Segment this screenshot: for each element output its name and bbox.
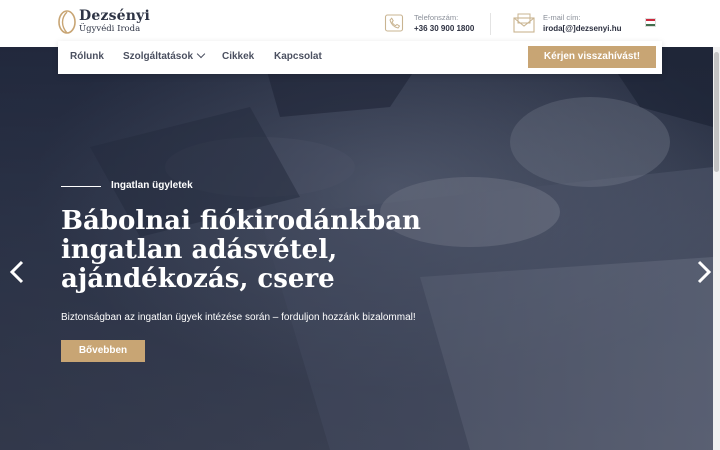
leaf-logo-icon: [58, 10, 76, 34]
callback-request-button[interactable]: Kérjen visszahívást!: [528, 46, 656, 68]
phone-label: Telefonszám:: [414, 13, 459, 22]
chevron-left-icon[interactable]: [8, 260, 26, 284]
email-label: E-mail cím:: [543, 13, 581, 22]
phone-icon: [384, 14, 404, 32]
logo[interactable]: Dezsényi Ügyvédi Iroda: [57, 9, 150, 35]
hero-eyebrow: Ingatlan ügyletek: [111, 180, 193, 191]
brand-subtitle: Ügyvédi Iroda: [79, 24, 141, 34]
chevron-down-icon: [196, 49, 206, 59]
scrollbar-thumb[interactable]: [714, 52, 719, 172]
hungary-flag-icon[interactable]: [645, 18, 656, 27]
nav-item-rolunk[interactable]: Rólunk: [70, 51, 104, 62]
nav-item-label: Szolgáltatások: [123, 51, 194, 62]
nav-item-szolgaltatasok[interactable]: Szolgáltatások: [123, 49, 206, 62]
nav-item-cikkek[interactable]: Cikkek: [222, 51, 254, 62]
nav-item-kapcsolat[interactable]: Kapcsolat: [274, 51, 322, 62]
hero-lead: Biztonságban az ingatlan ügyek intézése …: [61, 312, 416, 323]
eyebrow-line: [61, 186, 101, 187]
top-header: Dezsényi Ügyvédi Iroda Telefonszám: +36 …: [0, 0, 720, 47]
phone-contact[interactable]: Telefonszám: +36 30 900 1800: [384, 12, 474, 34]
email-value[interactable]: iroda[@]dezsenyi.hu: [543, 23, 621, 34]
header-divider: [490, 13, 491, 35]
phone-value[interactable]: +36 30 900 1800: [414, 23, 474, 34]
brand-name: Dezsényi: [79, 8, 151, 24]
email-contact[interactable]: E-mail cím: iroda[@]dezsenyi.hu: [513, 12, 621, 34]
envelope-icon: [513, 13, 535, 33]
more-button[interactable]: Bővebben: [61, 340, 145, 362]
hero-headline: Bábolnai fiókirodánkban ingatlan adásvét…: [61, 206, 421, 294]
chevron-right-icon[interactable]: [695, 260, 713, 284]
